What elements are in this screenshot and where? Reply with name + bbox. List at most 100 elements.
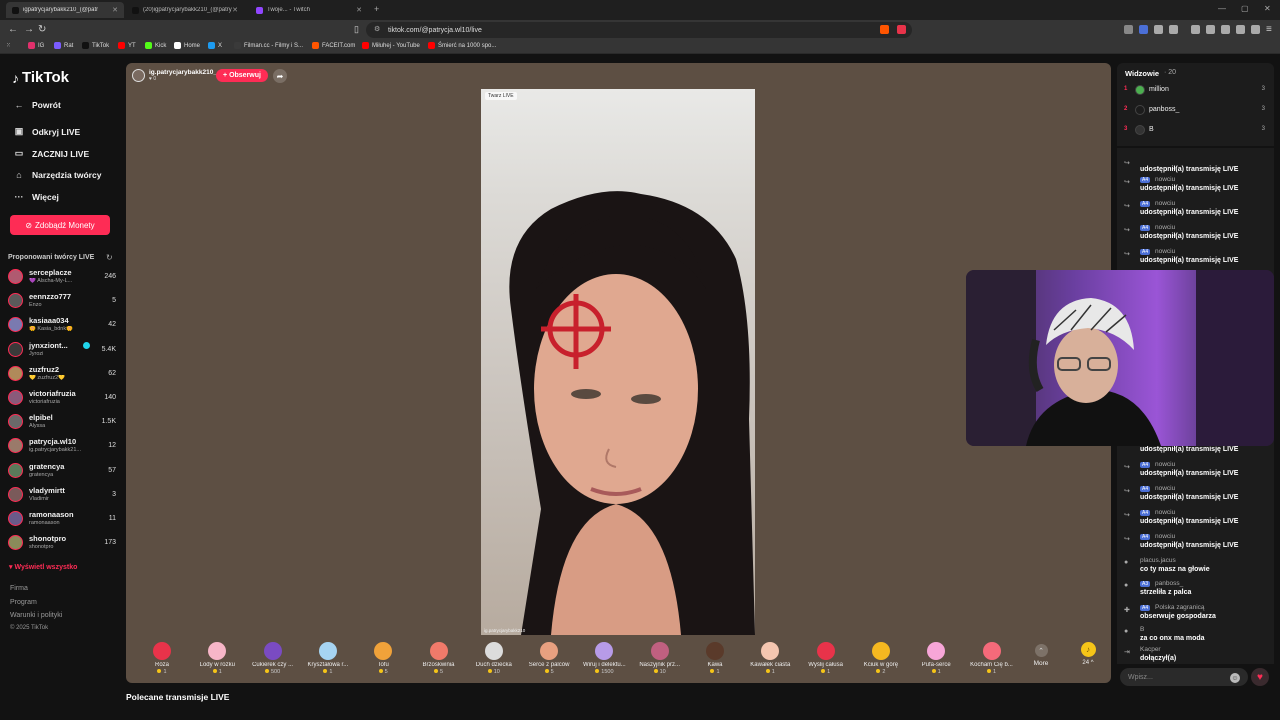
minimize-button[interactable]: — (1218, 4, 1226, 13)
get-coins-button[interactable]: ⊘ Zdobądź Monety (10, 215, 110, 235)
suggested-creator[interactable]: victoriafruzia victoriafruzia 140 (8, 387, 116, 409)
sidebar-nav-item[interactable]: ← Powrót (12, 100, 61, 110)
footer-link[interactable]: Warunki i polityki (10, 612, 62, 619)
gift-item[interactable]: Róża 1 (134, 638, 190, 675)
bookmark-item[interactable]: Kick (145, 42, 166, 49)
bookmark-item[interactable]: Miłuhej - YouTube (362, 42, 420, 49)
tab-close-icon[interactable]: ✕ (112, 6, 118, 14)
gift-item[interactable]: Duch dziecka 10 (466, 638, 522, 675)
suggested-creator[interactable]: shonotpro shonotpro 173 (8, 532, 116, 554)
chat-message[interactable]: ↪ A4 nowciu udostępnił(a) transmisję LIVE (1123, 176, 1269, 198)
creator-avatar[interactable] (8, 293, 23, 309)
chat-message[interactable]: ↪ A4 nowciu udostępnił(a) transmisję LIVE (1123, 224, 1269, 246)
gift-item[interactable]: Wyślij całusa 1 (798, 638, 854, 675)
wallet-icon[interactable] (1221, 25, 1230, 34)
gift-item[interactable]: Brzoskwinia 5 (411, 638, 467, 675)
media-icon[interactable] (1191, 25, 1200, 34)
creator-avatar[interactable] (8, 535, 23, 551)
maximize-button[interactable]: ▢ (1241, 4, 1249, 13)
sidebar-nav-item[interactable]: ▭ ZACZNIJ LIVE (12, 148, 89, 159)
chat-message[interactable]: ↪ A4 nowciu udostępnił(a) transmisję LIVE (1123, 485, 1269, 507)
suggested-creator[interactable]: eennzzo777 Enzo 5 (8, 290, 116, 312)
tiktok-logo[interactable]: ♪ TikTok (12, 69, 69, 86)
creator-avatar[interactable] (8, 414, 23, 430)
live-video[interactable]: Twarz LIVE ig.patrycjarybakk210 (481, 89, 755, 635)
browser-tab[interactable]: igpatrycjarybakk210_(@patr ✕ (6, 2, 124, 18)
refresh-icon[interactable]: ↻ (106, 253, 113, 262)
creator-avatar[interactable] (8, 365, 23, 381)
extension-icon[interactable] (1169, 25, 1178, 34)
chat-username[interactable]: nowciu (1155, 461, 1175, 468)
url-field[interactable]: ⚙ tiktok.com/@patrycja.wl10/live (366, 22, 912, 38)
forward-icon[interactable]: → (24, 24, 34, 35)
creator-avatar[interactable] (8, 317, 23, 333)
gift-item[interactable]: Wiruj i delektu... 1500 (576, 638, 632, 675)
chat-username[interactable]: Polska zagranicą (1155, 604, 1205, 611)
gift-item[interactable]: Kocham Cię b... 1 (964, 638, 1020, 675)
host-info[interactable]: ig.patrycjarybakk210_ ♥ 0 (132, 69, 217, 82)
brave-shield-icon[interactable] (880, 25, 889, 34)
reload-icon[interactable]: ↻ (38, 24, 46, 35)
suggested-creator[interactable]: jynxziont... Jyrozi 5.4K (8, 339, 116, 361)
gift-item[interactable]: Kawa 1 (687, 638, 743, 675)
chat-username[interactable]: nowciu (1155, 509, 1175, 516)
host-avatar[interactable] (132, 69, 145, 82)
creator-avatar[interactable] (8, 390, 23, 405)
chat-username[interactable]: nowciu (1155, 533, 1175, 540)
gift-item[interactable]: Kawałek ciasta 1 (742, 638, 798, 675)
suggested-creator[interactable]: kasiaaa034 🌼 Kasia_bdnk🌼 42 (8, 314, 116, 336)
suggested-creator[interactable]: gratencya gratencya 57 (8, 460, 116, 482)
suggested-creator[interactable]: serceplacze 💜 Alscha-My-L... 246 (8, 266, 116, 288)
chat-message[interactable]: ↪ A4 nowciu udostępnił(a) transmisję LIVE (1123, 509, 1269, 531)
gift-item[interactable]: Pufa-serce 1 (908, 638, 964, 675)
chat-username[interactable]: nowciu (1155, 176, 1175, 183)
bookmark-item[interactable]: FACEIT.com (312, 42, 355, 49)
gift-item[interactable]: Naszyjnik prz... 10 (632, 638, 688, 675)
extension-icon[interactable] (1139, 25, 1148, 34)
see-all-link[interactable]: ▾ Wyświetl wszystko (9, 563, 77, 571)
sidebar-nav-item[interactable]: ▣ Odkryj LIVE (12, 126, 80, 137)
download-icon[interactable] (1251, 25, 1260, 34)
chat-message[interactable]: ↪ A4 nowciu udostępnił(a) transmisję LIVE (1123, 248, 1269, 270)
gift-item[interactable]: Lody w rożku 1 (189, 638, 245, 675)
leo-icon[interactable] (1236, 25, 1245, 34)
footer-link[interactable]: Program (10, 599, 37, 606)
gift-item[interactable]: Cukierek czy ... 500 (245, 638, 301, 675)
heart-icon[interactable]: ♥ (1251, 668, 1269, 686)
suggested-creator[interactable]: elpibel Alyssa 1.5K (8, 411, 116, 433)
chat-message[interactable]: ✚ A4 Polska zagranicą obserwuje gospodarza (1123, 604, 1269, 626)
gift-item[interactable]: Serce z palców 5 (521, 638, 577, 675)
gift-item[interactable]: Kciuk w górę 2 (853, 638, 909, 675)
browser-tab[interactable]: Twoje... - Twitch ✕ (250, 2, 368, 18)
back-icon[interactable]: ← (8, 24, 18, 35)
chat-username[interactable]: nowciu (1155, 248, 1175, 255)
gift-item[interactable]: Kryształowa r... 1 (300, 638, 356, 675)
suggested-creator[interactable]: vladymirtt Vladimir 3 (8, 484, 116, 506)
chat-message[interactable]: ↪ A4 nowciu udostępnił(a) transmisję LIVE (1123, 461, 1269, 483)
bookmark-item[interactable]: Rat (54, 42, 73, 49)
chat-message[interactable]: ↪ A4 nowciu udostępnił(a) transmisję LIVE (1123, 200, 1269, 222)
sidebar-nav-item[interactable]: ··· Więcej (12, 192, 59, 202)
new-tab-button[interactable]: + (374, 4, 379, 14)
tab-close-icon[interactable]: ✕ (356, 6, 362, 14)
suggested-creator[interactable]: patrycja.wl10 ig.patrycjarybakk21... 12 (8, 435, 116, 457)
sidebar-nav-item[interactable]: ⌂ Narzędzia twórcy (12, 170, 101, 180)
chat-message[interactable]: ● Bza co onx ma moda (1123, 626, 1269, 648)
creator-avatar[interactable] (8, 511, 23, 526)
viewer-row[interactable]: 2 panboss_ 3 (1123, 104, 1269, 118)
viewer-row[interactable]: 1 million 3 (1123, 84, 1269, 98)
menu-icon[interactable]: ≡ (1266, 24, 1272, 35)
sidebar-icon[interactable] (1206, 25, 1215, 34)
bookmark-item[interactable]: TikTok (82, 42, 109, 49)
chat-input[interactable]: Wpisz... (1120, 668, 1248, 686)
bookmark-icon[interactable]: ▯ (354, 24, 359, 35)
chat-message[interactable]: ⇥ Kacper dołączył(a) (1123, 646, 1269, 668)
site-info-icon[interactable]: ⚙ (374, 25, 380, 33)
chat-username[interactable]: nowciu (1155, 485, 1175, 492)
chat-username[interactable]: B (1140, 626, 1144, 633)
bookmark-item[interactable]: Home (174, 42, 200, 49)
creator-avatar[interactable] (8, 341, 23, 357)
extension-icon[interactable] (1154, 25, 1163, 34)
browser-tab[interactable]: (20)igpatrycjarybakk210_(@patrycja ✕ (126, 2, 244, 18)
emoji-icon[interactable]: ☺ (1230, 673, 1240, 683)
